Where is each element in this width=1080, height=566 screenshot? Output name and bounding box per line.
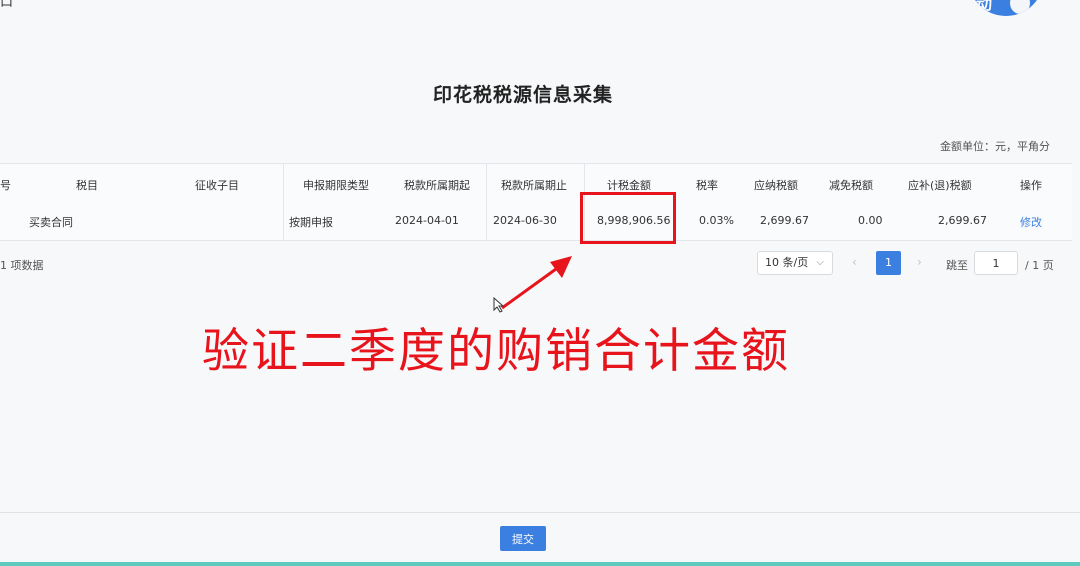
page-number-current[interactable]: 1 bbox=[876, 251, 901, 275]
cell-tax-due: 2,699.67 bbox=[938, 214, 987, 227]
cell-period-type: 按期申报 bbox=[289, 216, 333, 229]
breadcrumb-link[interactable]: —— bbox=[38, 0, 64, 6]
avatar-face-icon bbox=[1010, 0, 1030, 14]
footer-divider bbox=[0, 512, 1080, 513]
page-size-select[interactable]: 10 条/页 ⌵ bbox=[757, 251, 833, 275]
breadcrumb-home: 口 bbox=[0, 0, 14, 10]
pagination-total: 1 项数据 bbox=[0, 259, 44, 272]
assistant-avatar[interactable]: 动 bbox=[968, 0, 1044, 16]
tax-source-table: 号 税目 征收子目 申报期限类型 税款所属期起 税款所属期止 计税金额 税率 应… bbox=[0, 163, 1072, 241]
mouse-cursor-icon bbox=[493, 297, 505, 313]
bottom-accent-strip bbox=[0, 562, 1080, 566]
jump-page-input[interactable] bbox=[974, 251, 1018, 275]
next-page-icon[interactable]: › bbox=[917, 255, 922, 269]
header-period-start: 税款所属期起 bbox=[404, 179, 470, 192]
prev-page-icon[interactable]: ‹ bbox=[852, 255, 857, 269]
cell-tax-item: 买卖合同 bbox=[29, 216, 73, 229]
header-index: 号 bbox=[0, 179, 11, 192]
header-tax-payable: 应纳税额 bbox=[754, 179, 798, 192]
header-tax-due: 应补(退)税额 bbox=[908, 179, 972, 192]
header-tax-item: 税目 bbox=[76, 179, 98, 192]
cell-tax-payable: 2,699.67 bbox=[760, 214, 809, 227]
top-bar: 口 —— bbox=[0, 0, 1080, 10]
edit-link[interactable]: 修改 bbox=[1020, 214, 1042, 230]
header-taxable-amount: 计税金额 bbox=[607, 179, 651, 192]
cell-period-end: 2024-06-30 bbox=[493, 214, 557, 227]
annotation-caption: 验证二季度的购销合计金额 bbox=[202, 324, 790, 379]
total-pages: / 1 页 bbox=[1025, 259, 1054, 272]
header-tax-relief: 减免税额 bbox=[829, 179, 873, 192]
column-divider bbox=[283, 164, 284, 240]
chevron-down-icon: ⌵ bbox=[816, 257, 824, 268]
cell-tax-relief: 0.00 bbox=[858, 214, 883, 227]
header-action: 操作 bbox=[1020, 179, 1042, 192]
annotation-highlight-box bbox=[580, 192, 676, 244]
avatar-label: 动 bbox=[976, 0, 993, 13]
cell-period-start: 2024-04-01 bbox=[395, 214, 459, 227]
jump-to-label: 跳至 bbox=[946, 259, 968, 272]
submit-button[interactable]: 提交 bbox=[500, 526, 546, 551]
header-sub-item: 征收子目 bbox=[195, 179, 239, 192]
annotation-arrow-icon bbox=[501, 256, 572, 310]
header-period-type: 申报期限类型 bbox=[303, 179, 369, 192]
amount-unit-note: 金额单位：元，平角分 bbox=[940, 140, 1050, 153]
cell-tax-rate: 0.03% bbox=[699, 214, 734, 227]
header-period-end: 税款所属期止 bbox=[501, 179, 567, 192]
header-tax-rate: 税率 bbox=[696, 179, 718, 192]
page-size-value: 10 条/页 bbox=[765, 256, 809, 269]
page-title: 印花税税源信息采集 bbox=[432, 84, 613, 106]
column-divider bbox=[486, 164, 487, 240]
